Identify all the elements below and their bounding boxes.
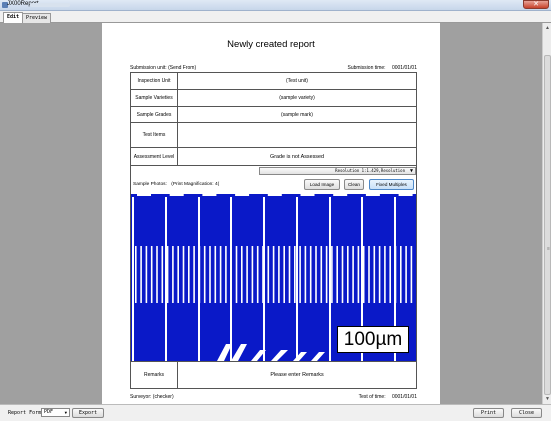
table-row: Sample Grades (sample mark) (131, 107, 416, 123)
surveyor-row: Surveyor: (checker) Test of time: 0001/0… (130, 394, 417, 400)
tab-bar: Edit Preview (0, 11, 551, 23)
row-label: Inspection Unit (131, 73, 178, 89)
sample-photos-caption: Sample Photos: (Print Magnification: 4( (133, 182, 219, 187)
resolution-select-value: Resolution 1:1.429,Resolution (335, 168, 405, 173)
table-row: Test Items (131, 123, 416, 148)
remarks-row: Remarks Please enter Remarks (130, 361, 417, 389)
submission-time-label: Submission time: (347, 65, 386, 71)
assessment-level-value: Grade is not Assessed (270, 153, 324, 160)
window-close-button[interactable]: ✕ (523, 0, 549, 9)
chevron-down-icon: ▼ (64, 410, 67, 415)
close-button[interactable]: Close (511, 408, 542, 418)
resolution-select[interactable]: Resolution 1:1.429,Resolution ▼ (259, 167, 416, 175)
scroll-down-icon[interactable]: ▼ (544, 396, 551, 403)
submission-unit-value[interactable]: (Send From) (168, 65, 196, 71)
vertical-scrollbar[interactable]: ▲ ≡ ▼ (542, 23, 551, 404)
report-format-label: Report Forma (8, 410, 45, 416)
scroll-up-icon[interactable]: ▲ (544, 25, 551, 32)
print-magnification: (Print Magnification: 4( (171, 182, 220, 187)
sample-photo: 100µm (131, 194, 416, 361)
surveyor-label: Surveyor: (130, 394, 152, 400)
submission-time-value[interactable]: 0001/01/01 (392, 65, 417, 71)
sample-photos-label: Sample Photos: (133, 182, 167, 187)
submission-row: Submission unit: (Send From) Submission … (130, 65, 417, 71)
sample-varieties-value[interactable]: (sample variety) (178, 95, 416, 101)
row-label: Sample Grades (131, 107, 178, 122)
report-format-select[interactable]: PDF ▼ (41, 408, 70, 417)
close-icon: ✕ (533, 1, 539, 8)
grip-icon: ≡ (547, 246, 550, 252)
report-title: Newly created report (227, 39, 315, 50)
row-label: Sample Varieties (131, 90, 178, 106)
remarks-label: Remarks (131, 362, 178, 388)
clean-button[interactable]: Clean (344, 179, 364, 190)
load-image-button[interactable]: Load Image (304, 179, 340, 190)
sample-photos-section: Resolution 1:1.429,Resolution ▼ Sample P… (130, 164, 417, 361)
remarks-input[interactable]: Please enter Remarks (178, 372, 416, 378)
submission-time: Submission time: 0001/01/01 (348, 65, 418, 71)
table-row: Sample Varieties (sample variety) (131, 90, 416, 107)
report-page: Newly created report Submission unit: (S… (102, 23, 440, 404)
table-row: Assessment Level Grade is not Assessed (131, 148, 416, 165)
report-table: Inspection Unit (Test unit) Sample Varie… (130, 72, 417, 166)
print-button[interactable]: Print (473, 408, 504, 418)
table-row: Inspection Unit (Test unit) (131, 73, 416, 90)
chevron-down-icon: ▼ (409, 168, 413, 174)
sample-grades-value[interactable]: (sample mark) (178, 112, 416, 118)
title-bar: JX00Report ✕ (0, 0, 551, 11)
test-time: Test of time: 0001/01/01 (359, 394, 417, 400)
row-label: Test Items (131, 123, 178, 147)
export-button[interactable]: Export (72, 408, 104, 418)
surveyor-value[interactable]: (checker) (153, 394, 174, 400)
report-format-value: PDF (44, 409, 54, 415)
test-time-value[interactable]: 0001/01/01 (392, 394, 417, 400)
test-time-label: Test of time: (358, 394, 386, 400)
row-label: Assessment Level (131, 148, 178, 165)
tab-edit[interactable]: Edit (3, 12, 24, 23)
tab-preview[interactable]: Preview (22, 13, 52, 23)
inspection-unit-value[interactable]: (Test unit) (178, 78, 416, 84)
fixed-multiples-button[interactable]: Fixed Multiples (369, 179, 414, 190)
scrollbar-thumb[interactable]: ≡ (544, 55, 551, 395)
bottom-toolbar: Report Forma PDF ▼ Export Print Close (0, 404, 551, 421)
submission-unit-label: Submission unit: (130, 65, 167, 71)
scale-bar: 100µm (337, 326, 409, 353)
title-bar-decoration (30, 3, 70, 7)
